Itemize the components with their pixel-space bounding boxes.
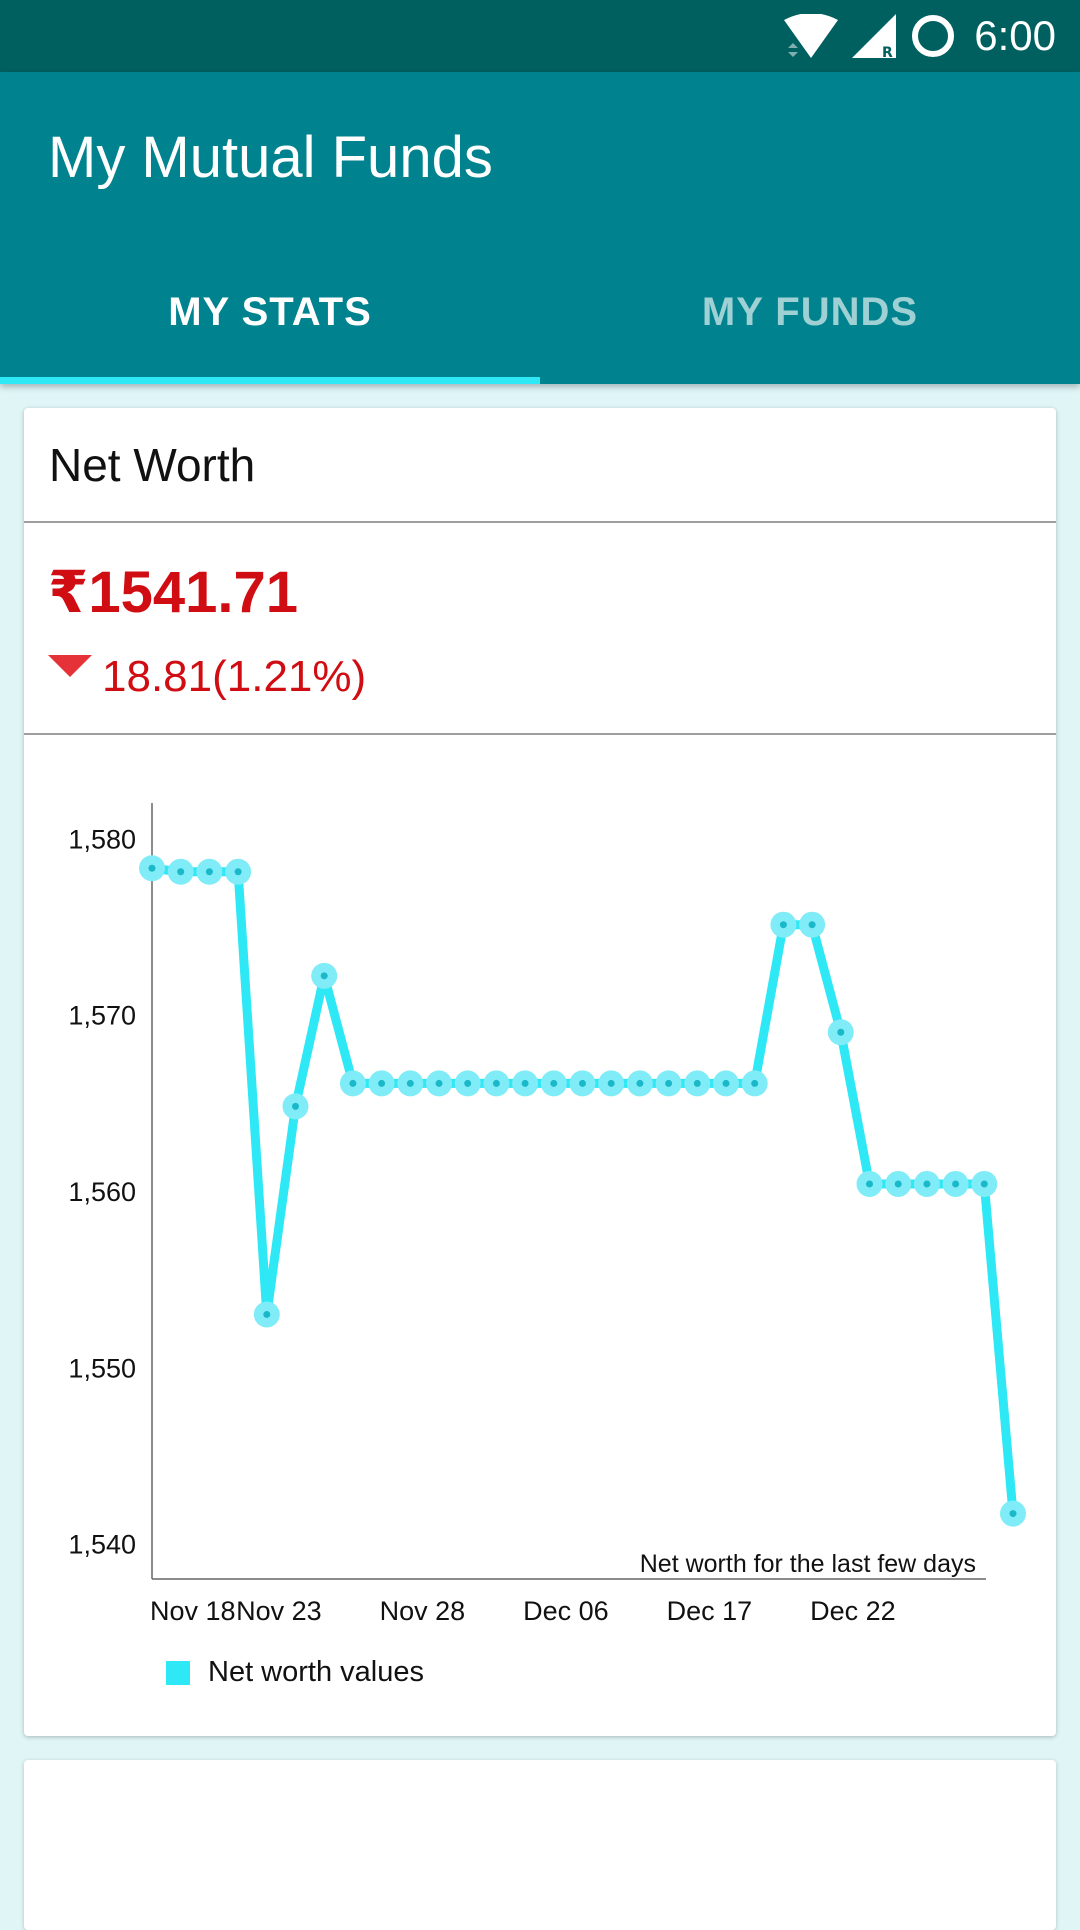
data-point[interactable] [139,855,165,882]
data-point-dot [923,1180,931,1188]
data-point[interactable] [512,1070,539,1097]
data-point-dot [177,868,185,876]
data-point[interactable] [426,1070,452,1097]
data-point-dot [406,1079,414,1087]
data-point-dot [636,1079,644,1087]
data-point-dot [1009,1510,1017,1518]
data-point-dot [492,1079,500,1087]
app-bar: My Mutual Funds MY STATS MY FUNDS [0,72,1080,384]
data-point-dot [521,1079,529,1087]
svg-text:R: R [882,45,893,58]
status-bar: R 6:00 [0,0,1080,72]
x-tick-label: Dec 06 [523,1596,609,1626]
data-point[interactable] [368,1070,395,1097]
data-point-dot [952,1180,960,1188]
data-point-dot [693,1079,701,1087]
data-point-dot [779,921,787,929]
signal-icon: R [852,14,897,58]
y-tick-label: 1,540 [68,1530,136,1560]
chart-description: Net worth for the last few days [640,1550,976,1578]
x-tick-label: Nov 23 [236,1596,322,1626]
data-point[interactable] [598,1070,625,1097]
tab-indicator [0,377,540,384]
data-point-dot [320,972,328,980]
x-tick-label: Nov 28 [380,1596,466,1626]
data-point-dot [808,921,816,929]
y-tick-label: 1,560 [68,1177,136,1207]
data-point-dot [980,1180,988,1188]
data-point[interactable] [799,911,826,938]
data-point-dot [263,1310,271,1318]
tab-my-funds[interactable]: MY FUNDS [540,240,1080,384]
data-point[interactable] [339,1070,366,1097]
y-tick-label: 1,570 [68,1001,136,1031]
next-card [24,1760,1056,1930]
tab-bar: MY STATS MY FUNDS [0,240,1080,384]
data-point[interactable] [253,1301,280,1328]
data-point[interactable] [167,858,194,885]
data-point[interactable] [311,962,338,989]
data-point-dot [722,1079,730,1087]
legend-swatch [166,1660,190,1685]
net-worth-chart[interactable]: 1,580 1,570 1,560 1,550 1,540 Nov 18 Nov 23 No… [24,408,1056,1736]
status-icons: R 6:00 [784,0,1056,72]
data-point[interactable] [913,1170,940,1197]
data-point-dot [292,1102,299,1110]
y-tick-label: 1,580 [68,824,136,854]
data-point-dot [665,1079,673,1087]
data-point[interactable] [282,1093,309,1120]
x-tick-label: Nov 18 [150,1596,236,1626]
data-point-dot [607,1079,615,1087]
data-point[interactable] [971,1170,998,1197]
data-point-dot [378,1079,386,1087]
wifi-icon [784,14,839,58]
data-point[interactable] [684,1070,711,1097]
data-point-dot [837,1028,845,1036]
data-point-dot [435,1079,443,1087]
net-worth-card: Net Worth ₹1541.71 18.81(1.21%) 1,580 1,5… [24,408,1056,1736]
tab-my-stats-label: MY STATS [168,289,372,334]
app-title: My Mutual Funds [48,125,493,190]
data-point[interactable] [540,1070,567,1097]
tab-my-stats[interactable]: MY STATS [0,240,540,384]
chart-legend: Net worth values [166,1656,424,1689]
data-point[interactable] [196,858,223,885]
x-tick-label: Dec 22 [810,1596,896,1626]
data-point-dot [550,1079,558,1087]
data-point[interactable] [856,1170,883,1197]
data-point[interactable] [454,1070,481,1097]
series-line [151,863,1018,1514]
data-point[interactable] [942,1170,969,1197]
data-point[interactable] [713,1070,739,1097]
data-point[interactable] [741,1070,768,1097]
data-point[interactable] [569,1070,596,1097]
data-point-dot [464,1079,472,1087]
data-point[interactable] [885,1170,912,1197]
data-point-dot [148,864,156,872]
data-point-dot [579,1079,586,1087]
status-time: 6:00 [974,12,1056,59]
data-point-dot [349,1079,357,1087]
x-tick-label: Dec 17 [667,1596,753,1626]
data-point[interactable] [655,1070,682,1097]
y-tick-label: 1,550 [68,1353,136,1383]
data-point[interactable] [626,1070,653,1097]
data-point-dot [205,868,213,876]
data-point-dot [866,1180,873,1188]
tab-my-funds-label: MY FUNDS [701,289,919,334]
data-point[interactable] [1000,1500,1026,1527]
data-point[interactable] [225,858,252,885]
circle-icon [912,15,955,57]
data-point[interactable] [827,1019,854,1046]
data-point-dot [751,1079,759,1087]
data-point[interactable] [397,1070,424,1097]
data-point[interactable] [770,911,797,938]
legend-label: Net worth values [208,1656,424,1688]
data-point-dot [234,868,242,876]
data-point[interactable] [483,1070,510,1097]
data-point-dot [894,1180,902,1188]
